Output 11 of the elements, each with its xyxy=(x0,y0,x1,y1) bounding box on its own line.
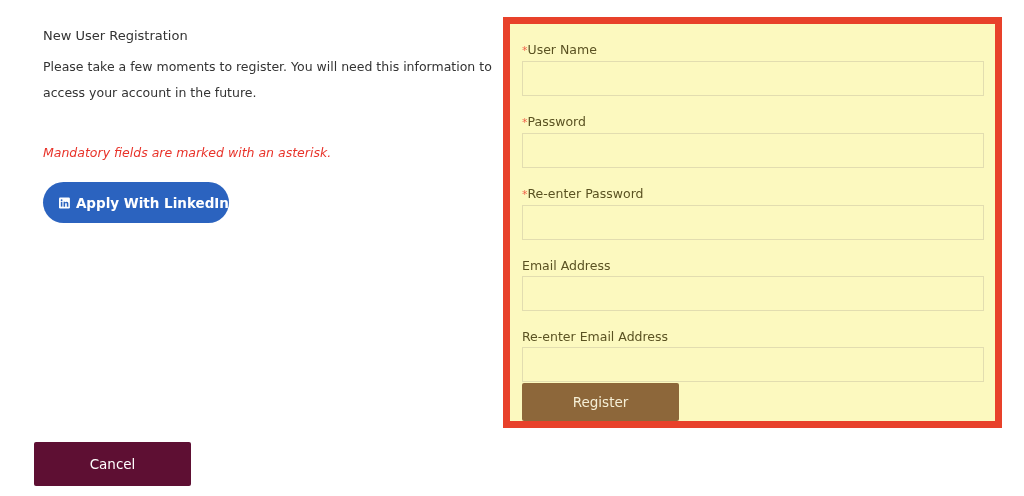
field-label: Re-enter Email Address xyxy=(522,328,670,346)
linkedin-button[interactable]: Apply With LinkedIn xyxy=(43,182,229,223)
field-label: Email Address xyxy=(522,257,612,275)
page-heading: New User Registration xyxy=(43,27,189,45)
field-label: *Re-enter Password xyxy=(522,185,645,203)
intro-text: Please take a few moments to register. You will need this information to access your account in the future. xyxy=(43,58,493,102)
cancel-button[interactable]: Cancel xyxy=(34,442,191,486)
mandatory-note: Mandatory fields are marked with an asterisk. xyxy=(43,145,333,160)
field-label: *User Name xyxy=(522,41,598,59)
field-label: *Password xyxy=(522,113,587,131)
register-button[interactable]: Register xyxy=(522,383,679,421)
